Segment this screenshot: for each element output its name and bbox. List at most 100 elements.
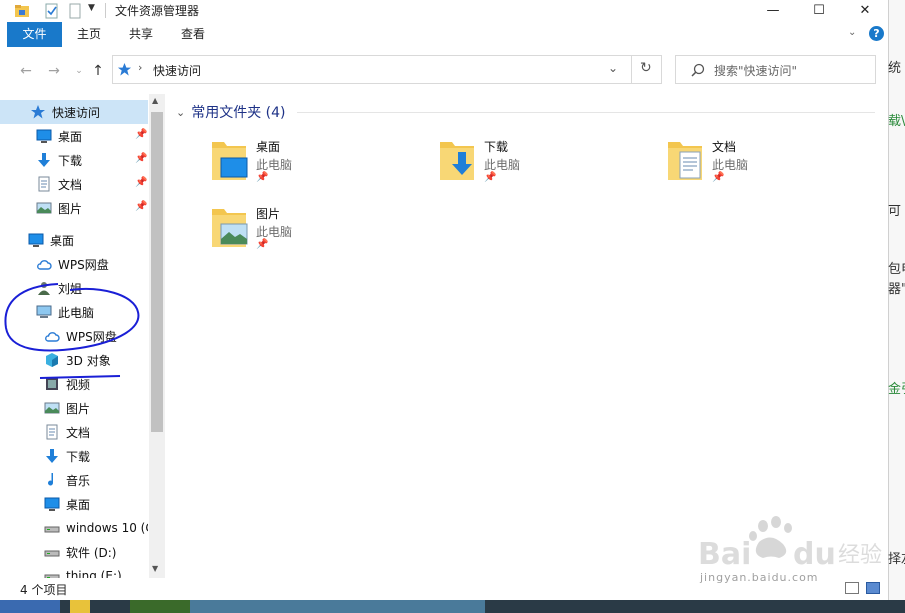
folder-tile-desktop[interactable]: 桌面 此电脑 📌 bbox=[210, 138, 410, 194]
up-button[interactable]: ↑ bbox=[89, 63, 107, 79]
desktop-icon bbox=[36, 128, 52, 144]
sidebar-item[interactable]: 下载 bbox=[0, 444, 148, 468]
recent-locations-icon[interactable]: ⌄ bbox=[70, 63, 88, 79]
minimize-button[interactable]: — bbox=[750, 0, 796, 20]
background-text: 金引 bbox=[888, 382, 905, 397]
pin-icon[interactable]: 📌 bbox=[135, 129, 147, 140]
sidebar-item[interactable]: 文档 bbox=[0, 420, 148, 444]
sidebar-item-label: WPS网盘 bbox=[66, 329, 117, 344]
group-title: 常用文件夹 (4) bbox=[191, 105, 286, 121]
scroll-up-icon[interactable]: ▲ bbox=[152, 96, 158, 105]
search-placeholder: 搜索"快速访问" bbox=[714, 64, 798, 78]
sidebar-item-label: 此电脑 bbox=[58, 305, 95, 320]
navigation-pane: 快速访问 桌面 📌 下载 📌 文档 📌 图片 📌 桌面 WPS网盘 刘姐 此电脑 WPS网盘 3D 对象 视频… bbox=[0, 94, 166, 578]
group-header[interactable]: ⌄ 常用文件夹 (4) bbox=[176, 102, 286, 122]
svg-text:经验: 经验 bbox=[838, 543, 882, 568]
sidebar-item[interactable]: 快速访问 bbox=[0, 100, 148, 124]
sidebar-item[interactable]: 刘姐 bbox=[0, 276, 148, 300]
title-divider bbox=[105, 3, 106, 18]
sidebar-item[interactable]: WPS网盘 bbox=[0, 252, 148, 276]
folder-name: 图片 bbox=[256, 207, 281, 221]
pin-icon[interactable]: 📌 bbox=[135, 177, 147, 188]
search-field[interactable]: 搜索"快速访问" bbox=[675, 55, 876, 84]
quick-access-dropdown-icon[interactable]: ▼ bbox=[88, 3, 104, 19]
pin-icon: 📌 bbox=[712, 172, 725, 183]
picture-icon bbox=[44, 400, 60, 416]
sidebar-item[interactable]: 桌面 bbox=[0, 492, 148, 516]
sidebar-item[interactable]: 文档 bbox=[0, 172, 148, 196]
expand-ribbon-icon[interactable]: ⌄ bbox=[848, 27, 856, 38]
drive-icon bbox=[44, 544, 60, 560]
sidebar-item[interactable]: 桌面 bbox=[0, 124, 148, 148]
back-button[interactable]: ← bbox=[17, 63, 35, 79]
quick-access-star-icon bbox=[117, 62, 132, 76]
sidebar-item-label: 文档 bbox=[66, 425, 91, 440]
sidebar-item[interactable]: WPS网盘 bbox=[0, 324, 148, 348]
browser-icon[interactable] bbox=[70, 600, 90, 613]
sidebar-item[interactable]: windows 10 (C bbox=[0, 516, 148, 540]
tab-view[interactable]: 查看 bbox=[170, 22, 216, 47]
background-text: 包电 bbox=[888, 262, 905, 277]
item-count: 4 个项目 bbox=[20, 583, 68, 597]
cube-icon bbox=[44, 352, 60, 368]
address-field[interactable]: › 快速访问 ⌄ ↻ bbox=[112, 55, 662, 84]
sidebar-item[interactable]: 视频 bbox=[0, 372, 148, 396]
sidebar-item-label: 桌面 bbox=[66, 497, 91, 512]
folder-name: 文档 bbox=[712, 140, 737, 154]
desktop-folder-icon bbox=[212, 142, 248, 180]
picture-folder-icon bbox=[212, 209, 248, 247]
sidebar-item[interactable]: 音乐 bbox=[0, 468, 148, 492]
taskbar-segment bbox=[190, 600, 485, 613]
breadcrumb-separator-icon[interactable]: › bbox=[138, 61, 142, 74]
window-title: 文件资源管理器 bbox=[115, 4, 200, 18]
sidebar-item-label: windows 10 (C bbox=[66, 521, 148, 535]
folder-tile-documents[interactable]: 文档 此电脑 📌 bbox=[666, 138, 866, 194]
download-icon bbox=[36, 152, 52, 168]
folder-name: 桌面 bbox=[256, 140, 281, 154]
scroll-down-icon[interactable]: ▼ bbox=[152, 564, 158, 573]
folder-location: 此电脑 bbox=[256, 158, 293, 172]
nav-scroll-thumb[interactable] bbox=[151, 112, 163, 432]
close-button[interactable]: ✕ bbox=[842, 0, 888, 20]
document-icon bbox=[36, 176, 52, 192]
folder-app-icon[interactable] bbox=[14, 3, 30, 19]
address-divider bbox=[631, 55, 632, 84]
taskbar-segment bbox=[0, 600, 60, 613]
tab-file[interactable]: 文件 bbox=[7, 22, 62, 47]
pin-icon[interactable]: 📌 bbox=[135, 153, 147, 164]
sidebar-item[interactable]: thing (E:) bbox=[0, 564, 148, 578]
sidebar-item[interactable]: 此电脑 bbox=[0, 300, 148, 324]
folder-tile-pictures[interactable]: 图片 此电脑 📌 bbox=[210, 205, 410, 261]
new-folder-icon[interactable] bbox=[67, 3, 83, 19]
folder-name: 下载 bbox=[484, 140, 509, 154]
file-explorer-window: ▼ 文件资源管理器 — ☐ ✕ 文件 主页 共享 查看 ⌄ ? ← → ⌄ ↑ … bbox=[0, 0, 889, 600]
tab-share[interactable]: 共享 bbox=[118, 22, 164, 47]
cloud-icon bbox=[44, 328, 60, 344]
sidebar-item[interactable]: 软件 (D:) bbox=[0, 540, 148, 564]
forward-button[interactable]: → bbox=[45, 63, 63, 79]
sidebar-item[interactable]: 下载 bbox=[0, 148, 148, 172]
sidebar-item[interactable]: 桌面 bbox=[0, 228, 148, 252]
properties-icon[interactable] bbox=[44, 3, 60, 19]
document-folder-icon bbox=[668, 142, 702, 180]
folder-location: 此电脑 bbox=[484, 158, 521, 172]
drive-icon bbox=[44, 520, 60, 536]
address-dropdown-icon[interactable]: ⌄ bbox=[608, 61, 618, 75]
sidebar-item-label: 图片 bbox=[66, 401, 91, 416]
refresh-icon[interactable]: ↻ bbox=[640, 60, 652, 76]
watermark-url: jingyan.baidu.com bbox=[700, 571, 819, 584]
sidebar-item-label: WPS网盘 bbox=[58, 257, 109, 272]
folder-tile-downloads[interactable]: 下载 此电脑 📌 bbox=[438, 138, 638, 194]
help-icon[interactable]: ? bbox=[869, 26, 884, 41]
collapse-chevron-icon[interactable]: ⌄ bbox=[176, 106, 185, 119]
sidebar-item[interactable]: 图片 bbox=[0, 196, 148, 220]
maximize-button[interactable]: ☐ bbox=[796, 0, 842, 20]
sidebar-item[interactable]: 3D 对象 bbox=[0, 348, 148, 372]
cloud-icon bbox=[36, 256, 52, 272]
background-text: 载\ bbox=[888, 114, 905, 129]
sidebar-item[interactable]: 图片 bbox=[0, 396, 148, 420]
pin-icon[interactable]: 📌 bbox=[135, 201, 147, 212]
tab-home[interactable]: 主页 bbox=[66, 22, 112, 47]
breadcrumb-location[interactable]: 快速访问 bbox=[153, 62, 201, 79]
search-icon bbox=[691, 63, 705, 77]
